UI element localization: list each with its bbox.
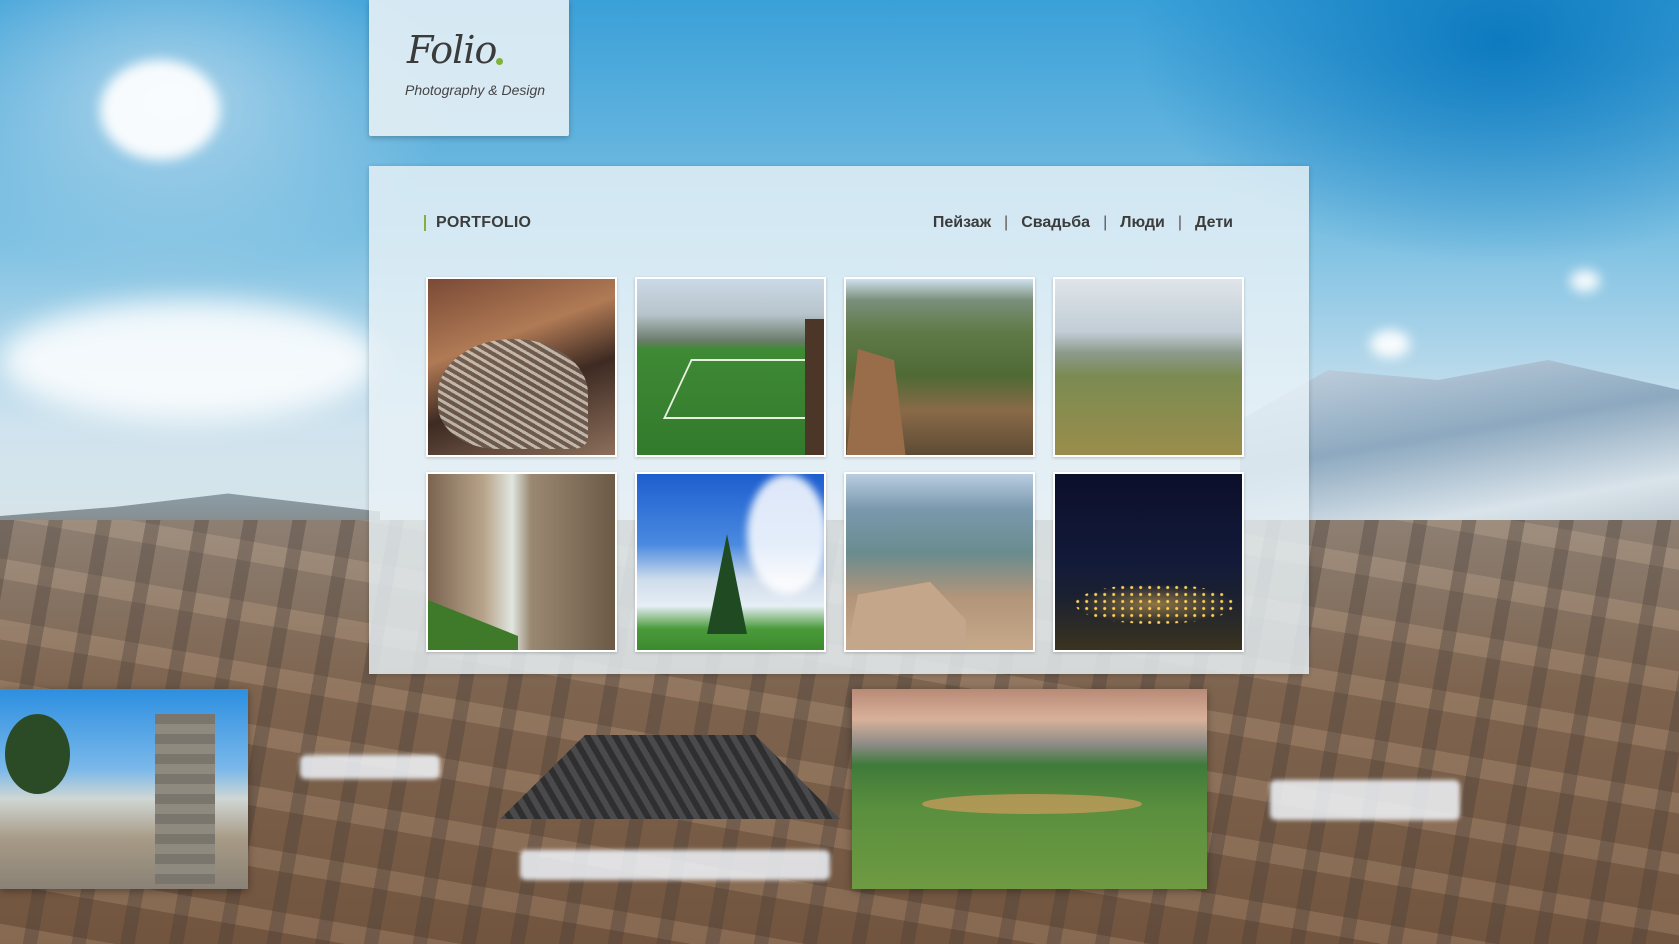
cloud bbox=[1370, 330, 1410, 358]
portfolio-thumbnail[interactable] bbox=[844, 277, 1035, 457]
floating-photo-field[interactable] bbox=[852, 689, 1207, 889]
snow-patch bbox=[300, 755, 440, 779]
city-lights bbox=[1075, 584, 1235, 624]
snow-patch bbox=[520, 850, 830, 880]
portfolio-title: PORTFOLIO bbox=[436, 214, 532, 231]
filter-people[interactable]: Люди bbox=[1120, 214, 1165, 232]
cloud bbox=[100, 60, 220, 160]
portfolio-thumbnail[interactable] bbox=[844, 472, 1035, 652]
stone-tower bbox=[155, 714, 215, 884]
cloud bbox=[1570, 270, 1600, 292]
rock-ledge bbox=[846, 581, 966, 650]
green-slope bbox=[428, 600, 518, 650]
filter-wedding[interactable]: Свадьба bbox=[1021, 214, 1090, 232]
floating-photo-tower[interactable] bbox=[0, 689, 248, 889]
logo-wordmark: Folio bbox=[407, 28, 497, 72]
portfolio-thumbnail[interactable] bbox=[635, 277, 826, 457]
portfolio-heading: PORTFOLIO bbox=[424, 214, 531, 232]
village-on-slope bbox=[438, 339, 588, 449]
filter-separator: | bbox=[1103, 214, 1108, 231]
portfolio-thumbnail[interactable] bbox=[1053, 472, 1244, 652]
portfolio-thumbnail[interactable] bbox=[426, 277, 617, 457]
cloud bbox=[0, 300, 380, 420]
filter-landscape[interactable]: Пейзаж bbox=[933, 214, 991, 232]
portfolio-thumbnail[interactable] bbox=[426, 472, 617, 652]
logo-dot-icon bbox=[496, 58, 503, 65]
rock-cliff bbox=[846, 349, 906, 455]
filter-separator: | bbox=[1177, 214, 1183, 231]
fence-post bbox=[805, 319, 824, 455]
logo-tagline: Photography & Design bbox=[405, 82, 546, 98]
tree bbox=[5, 714, 70, 794]
logo-card[interactable]: Folio Photography & Design bbox=[369, 0, 569, 136]
portfolio-grid bbox=[426, 277, 1244, 652]
filter-children[interactable]: Дети bbox=[1195, 214, 1233, 232]
portfolio-panel: PORTFOLIO Пейзаж | Свадьба | Люди | Дети bbox=[369, 166, 1309, 674]
portfolio-thumbnail[interactable] bbox=[1053, 277, 1244, 457]
fir-tree bbox=[707, 534, 747, 634]
dirt-pitch bbox=[922, 794, 1142, 814]
pitch-lines bbox=[663, 359, 824, 419]
category-filters: Пейзаж | Свадьба | Люди | Дети bbox=[933, 214, 1233, 232]
accent-bar bbox=[424, 215, 426, 231]
snow-patch bbox=[1270, 780, 1460, 820]
portfolio-thumbnail[interactable] bbox=[635, 472, 826, 652]
filter-separator: | bbox=[1004, 214, 1009, 231]
cloud bbox=[747, 474, 824, 594]
